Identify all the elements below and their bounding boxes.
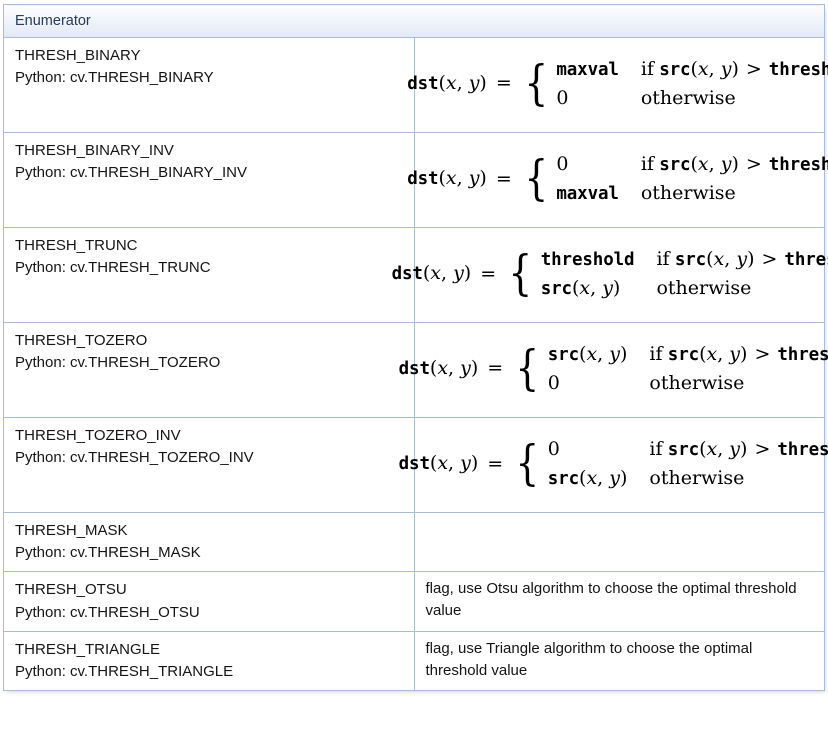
table-row: THRESH_MASK Python: cv.THRESH_MASK xyxy=(3,511,825,572)
enumerator-name-cell: THRESH_OTSU Python: cv.THRESH_OTSU xyxy=(3,571,415,632)
enumerator-python-binding: Python: cv.THRESH_TRIANGLE xyxy=(15,662,234,680)
description-empty xyxy=(415,513,825,547)
enumerator-python-binding: Python: cv.THRESH_MASK xyxy=(15,544,201,562)
enumerator-constant-name: THRESH_TRUNC xyxy=(15,237,138,254)
enumerator-name-cell: THRESH_TOZERO_INV Python: cv.THRESH_TOZER… xyxy=(3,417,415,513)
enumerator-name-cell: THRESH_TRUNC Python: cv.THRESH_TRUNC xyxy=(3,227,415,323)
enumerator-description-cell xyxy=(414,511,825,572)
enumerator-constant-name: THRESH_TRIANGLE xyxy=(15,640,161,658)
enumerator-constant-name: THRESH_BINARY_INV xyxy=(15,142,174,159)
column-header-enumerator: Enumerator xyxy=(3,4,825,38)
threshold-formula: dst(x, y)={0if src(x, y)>threshsrc(x, y)… xyxy=(398,435,828,492)
enumerator-python-binding: Python: cv.THRESH_OTSU xyxy=(15,603,200,621)
table-row: THRESH_TRUNC Python: cv.THRESH_TRUNC dst(x… xyxy=(3,227,828,323)
table-row: THRESH_TOZERO_INV Python: cv.THRESH_TOZER… xyxy=(3,417,828,513)
enumerator-table-container: Enumerator THRESH_BINARY Python: cv.THRES… xyxy=(3,4,828,692)
table-header: Enumerator xyxy=(3,4,825,38)
enumerator-constant-name: THRESH_MASK xyxy=(15,522,128,539)
table-row: THRESH_BINARY_INV Python: cv.THRESH_BINAR… xyxy=(3,132,828,228)
enumerator-python-binding: Python: cv.THRESH_TOZERO_INV xyxy=(15,449,254,467)
enumerator-description-cell: flag, use Otsu algorithm to choose the o… xyxy=(414,571,825,632)
enumerator-description-cell: flag, use Triangle algorithm to choose t… xyxy=(414,630,825,691)
description-text: flag, use Triangle algorithm to choose t… xyxy=(425,639,753,679)
table-row: THRESH_OTSU Python: cv.THRESH_OTSU flag, u… xyxy=(3,571,825,632)
threshold-formula: dst(x, y)={thresholdif src(x, y)>threshs… xyxy=(391,245,828,302)
enumerator-python-binding: Python: cv.THRESH_BINARY xyxy=(15,69,214,87)
threshold-formula: dst(x, y) ={maxval if src(x, y) > thresh 0 oth… xyxy=(407,55,828,112)
enumerator-constant-name: THRESH_TOZERO xyxy=(15,332,148,349)
enumerator-name-cell: THRESH_BINARY_INV Python: cv.THRESH_BINAR… xyxy=(3,132,415,228)
enumerator-constant-name: THRESH_OTSU xyxy=(15,581,127,599)
enumerator-name-cell: THRESH_TOZERO Python: cv.THRESH_TOZERO xyxy=(3,322,415,418)
enumerator-constant-name: THRESH_BINARY xyxy=(15,47,141,64)
enumerator-name-cell: THRESH_BINARY Python: cv.THRESH_BINARY xyxy=(3,37,415,133)
enumerator-table: Enumerator THRESH_BINARY Python: cv.THRES… xyxy=(3,4,828,692)
enumerator-description-cell: dst(x, y)={thresholdif src(x, y)>threshs… xyxy=(391,227,828,323)
enumerator-name-cell: THRESH_TRIANGLE Python: cv.THRESH_TRIANGL… xyxy=(3,630,415,691)
enumerator-constant-name: THRESH_TOZERO_INV xyxy=(15,427,181,444)
enumerator-description-cell: dst(x, y)={src(x, y)if src(x, y)>thresh0… xyxy=(398,322,828,418)
threshold-formula: dst(x, y) ={0 if src(x, y) > thresh maxval oth… xyxy=(407,150,828,207)
enumerator-python-binding: Python: cv.THRESH_TOZERO xyxy=(15,354,221,372)
enumerator-description-cell: dst(x, y) ={0 if src(x, y) > thresh maxval oth… xyxy=(407,132,828,228)
table-header-row: Enumerator xyxy=(3,4,825,38)
enumerator-python-binding: Python: cv.THRESH_TRUNC xyxy=(15,259,211,277)
description-text: flag, use Otsu algorithm to choose the o… xyxy=(425,580,797,620)
table-row: THRESH_BINARY Python: cv.THRESH_BINARY dst… xyxy=(3,37,828,133)
threshold-formula: dst(x, y)={src(x, y)if src(x, y)>thresh0… xyxy=(398,340,828,397)
table-row: THRESH_TOZERO Python: cv.THRESH_TOZERO dst… xyxy=(3,322,828,418)
table-row: THRESH_TRIANGLE Python: cv.THRESH_TRIANGL… xyxy=(3,630,825,691)
enumerator-description-cell: dst(x, y)={0if src(x, y)>threshsrc(x, y)… xyxy=(398,417,828,513)
enumerator-name-cell: THRESH_MASK Python: cv.THRESH_MASK xyxy=(3,511,415,572)
enumerator-description-cell: dst(x, y) ={maxval if src(x, y) > thresh 0 oth… xyxy=(407,37,828,133)
enumerator-python-binding: Python: cv.THRESH_BINARY_INV xyxy=(15,164,248,182)
table-body: THRESH_BINARY Python: cv.THRESH_BINARY dst… xyxy=(3,37,828,691)
